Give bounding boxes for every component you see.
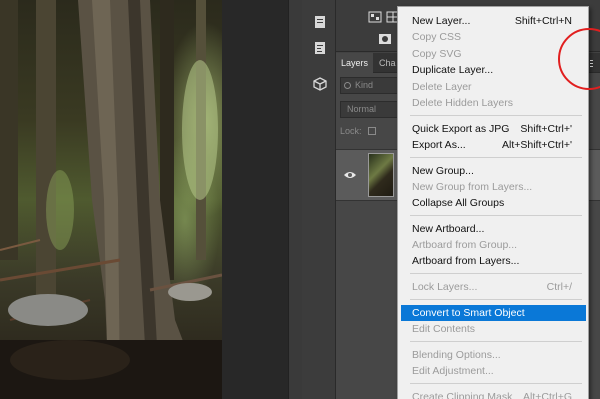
lock-label: Lock: <box>340 126 362 136</box>
menu-item-create-clipping-mask: Create Clipping Mask Alt+Ctrl+G <box>412 391 572 399</box>
menu-item-new-group[interactable]: New Group... <box>401 163 586 179</box>
3d-cube-icon[interactable] <box>312 76 328 92</box>
menu-item-export-as[interactable]: Export As... Alt+Shift+Ctrl+' <box>401 137 586 153</box>
menu-separator <box>410 273 582 274</box>
menu-item-edit-adjustment: Edit Adjustment... <box>412 365 494 377</box>
tab-layers[interactable]: Layers <box>336 53 374 73</box>
menu-item-collapse-all-groups[interactable]: Collapse All Groups <box>401 195 586 211</box>
menu-item-new-artboard[interactable]: New Artboard... <box>401 221 586 237</box>
canvas-photo[interactable] <box>0 0 222 399</box>
menu-separator <box>410 383 582 384</box>
menu-item-new-layer[interactable]: New Layer... Shift+Ctrl+N <box>401 13 586 29</box>
document-icon[interactable] <box>312 14 328 30</box>
eye-icon[interactable] <box>344 171 356 179</box>
menu-item-convert-to-smart-object[interactable]: Convert to Smart Object <box>401 305 586 321</box>
menu-item-artboard-from-layers[interactable]: Artboard from Layers... <box>401 253 586 269</box>
menu-separator <box>410 341 582 342</box>
menu-item-delete-hidden-layers: Delete Hidden Layers <box>412 97 513 109</box>
blend-mode-select[interactable]: Normal <box>340 101 400 118</box>
menu-item-edit-contents: Edit Contents <box>412 323 476 335</box>
layer-filter-kind[interactable]: Kind <box>340 77 400 94</box>
layer-thumbnail <box>368 153 394 197</box>
menu-item-delete-layer: Delete Layer <box>412 81 472 93</box>
kind-label: Kind <box>355 80 374 90</box>
menu-item-copy-css: Copy CSS <box>412 31 462 43</box>
menu-separator <box>410 299 582 300</box>
notes-icon[interactable] <box>312 40 328 56</box>
menu-item-new-group-from-layers: New Group from Layers... <box>412 181 533 193</box>
panel-icon-column <box>302 0 336 399</box>
menu-item-blending-options: Blending Options... <box>412 349 501 361</box>
panel-collapse-strip[interactable] <box>288 0 302 399</box>
canvas-pasteboard <box>222 0 288 399</box>
menu-item-lock-layers: Lock Layers... Ctrl+/ <box>412 281 572 293</box>
mask-icon[interactable] <box>378 32 392 44</box>
lock-row: Lock: <box>340 126 377 136</box>
menu-separator <box>410 157 582 158</box>
menu-separator <box>410 215 582 216</box>
lock-transparent-icon[interactable] <box>368 127 377 135</box>
search-icon <box>344 82 351 89</box>
menu-item-artboard-from-group: Artboard from Group... <box>412 239 518 251</box>
menu-item-quick-export-jpg[interactable]: Quick Export as JPG Shift+Ctrl+' <box>401 121 586 137</box>
menu-separator <box>410 115 582 116</box>
forest-photo <box>0 0 222 399</box>
adjustment-icon[interactable] <box>368 10 382 23</box>
